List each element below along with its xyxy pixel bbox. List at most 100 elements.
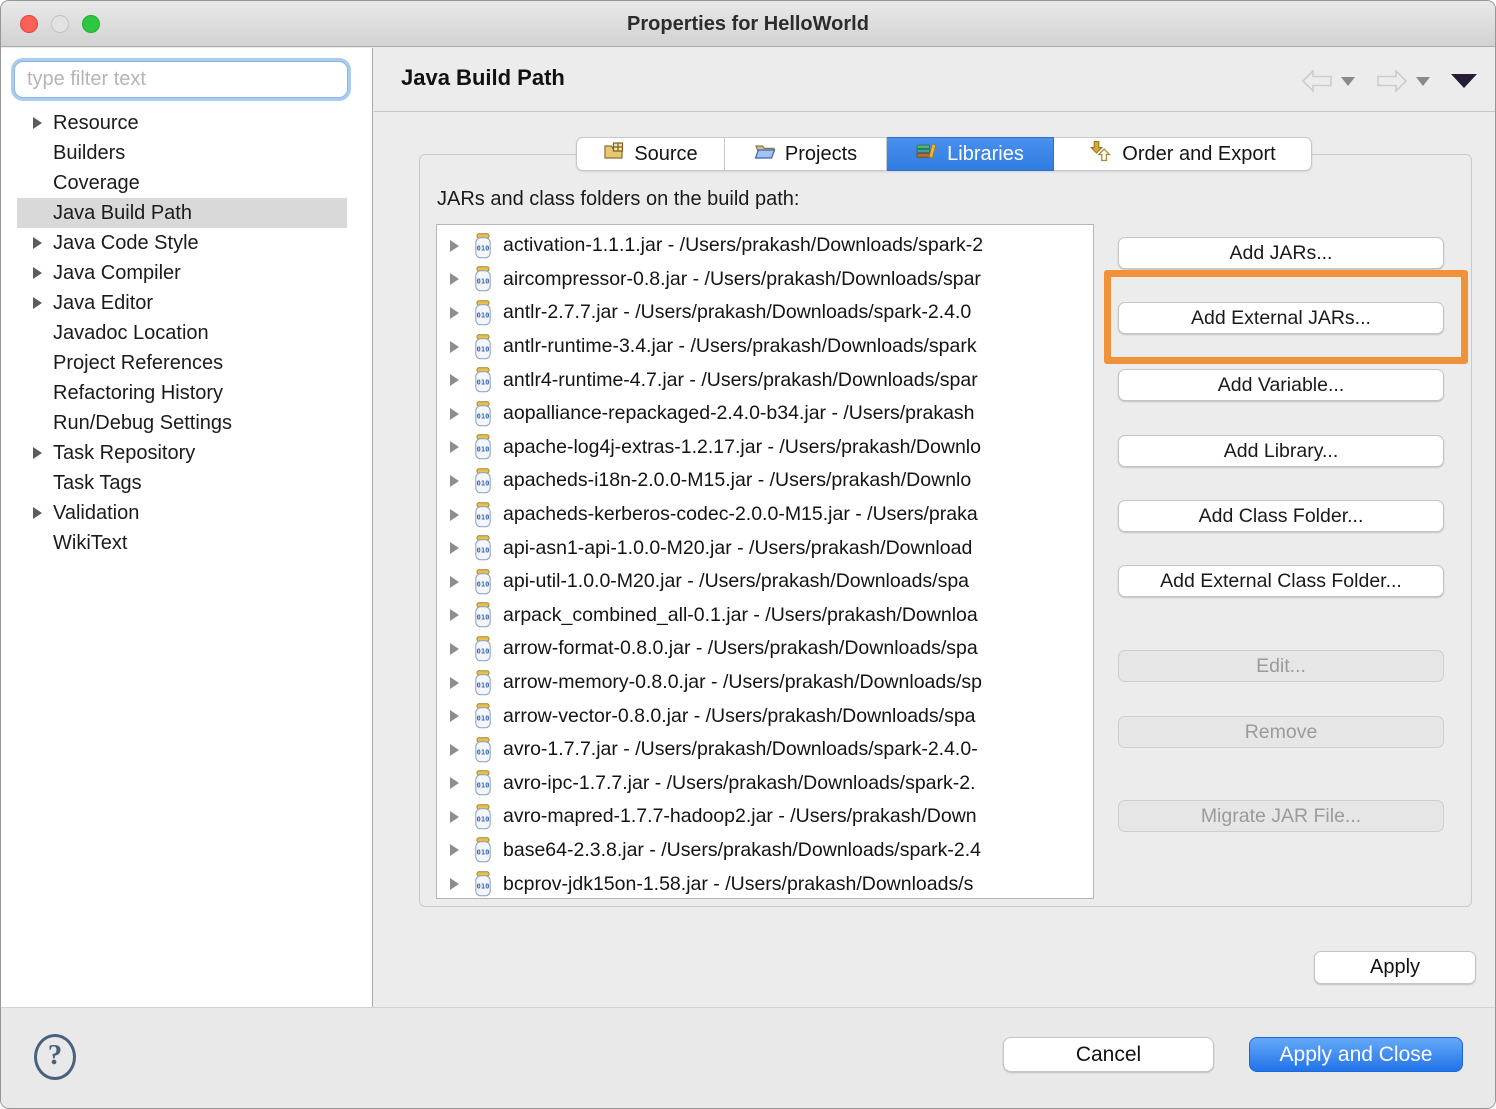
sidebar-item-validation[interactable]: Validation [17,498,347,528]
zoom-button[interactable] [82,15,100,33]
sidebar-item-java-build-path[interactable]: Java Build Path [17,198,347,228]
tab-libraries[interactable]: Libraries [887,137,1054,171]
expand-arrow-icon[interactable] [450,710,459,722]
list-item[interactable]: 010avro-mapred-1.7.7-hadoop2.jar - /User… [437,800,1093,834]
expand-arrow-icon[interactable] [450,744,459,756]
add-class-folder-button[interactable]: Add Class Folder... [1118,500,1444,532]
sidebar-item-java-code-style[interactable]: Java Code Style [17,228,347,258]
sidebar-item-label: Coverage [53,172,140,195]
list-item[interactable]: 010bcprov-jdk15on-1.58.jar - /Users/prak… [437,867,1093,899]
view-menu-icon[interactable] [1451,74,1477,88]
add-external-jars-button[interactable]: Add External JARs... [1118,302,1444,334]
sidebar-item-wikitext[interactable]: WikiText [17,528,347,558]
apply-and-close-button[interactable]: Apply and Close [1249,1037,1463,1072]
expand-arrow-icon[interactable] [450,307,459,319]
add-variable-button[interactable]: Add Variable... [1118,369,1444,401]
sidebar-item-refactoring-history[interactable]: Refactoring History [17,378,347,408]
expand-arrow-icon[interactable] [450,777,459,789]
expand-arrow-icon[interactable] [33,117,42,129]
tab-projects[interactable]: Projects [725,137,887,171]
sidebar-item-task-tags[interactable]: Task Tags [17,468,347,498]
add-external-class-folder-button[interactable]: Add External Class Folder... [1118,565,1444,597]
expand-arrow-icon[interactable] [33,237,42,249]
expand-arrow-icon[interactable] [450,341,459,353]
jar-file-icon: 010 [472,367,494,393]
svg-text:010: 010 [477,848,490,857]
jar-item-label: apacheds-kerberos-codec-2.0.0-M15.jar - … [503,503,978,526]
list-item[interactable]: 010antlr4-runtime-4.7.jar - /Users/praka… [437,363,1093,397]
jar-file-icon: 010 [472,502,494,528]
list-item[interactable]: 010api-util-1.0.0-M20.jar - /Users/praka… [437,565,1093,599]
expand-arrow-icon[interactable] [450,643,459,655]
list-item[interactable]: 010aopalliance-repackaged-2.4.0-b34.jar … [437,397,1093,431]
tab-order-and-export[interactable]: Order and Export [1054,137,1312,171]
sidebar-item-java-editor[interactable]: Java Editor [17,288,347,318]
back-history-dropdown-icon[interactable] [1341,77,1355,86]
sidebar-item-coverage[interactable]: Coverage [17,168,347,198]
jar-item-label: base64-2.3.8.jar - /Users/prakash/Downlo… [503,839,981,862]
expand-arrow-icon[interactable] [450,878,459,890]
expand-arrow-icon[interactable] [450,844,459,856]
apply-button[interactable]: Apply [1314,951,1476,984]
list-item[interactable]: 010arrow-format-0.8.0.jar - /Users/praka… [437,632,1093,666]
sidebar-item-resource[interactable]: Resource [17,108,347,138]
expand-arrow-icon[interactable] [450,542,459,554]
cancel-button[interactable]: Cancel [1003,1037,1214,1072]
jar-list[interactable]: 010 activation-1.1.1.jar - /Users/prakash… [436,224,1094,899]
expand-arrow-icon[interactable] [33,297,42,309]
list-item[interactable]: 010apacheds-i18n-2.0.0-M15.jar - /Users/… [437,464,1093,498]
expand-arrow-icon[interactable] [450,240,459,252]
svg-text:010: 010 [477,378,490,387]
list-item[interactable]: 010arrow-memory-0.8.0.jar - /Users/praka… [437,666,1093,700]
expand-arrow-icon[interactable] [450,273,459,285]
jar-item-label: activation-1.1.1.jar - /Users/prakash/Do… [503,234,983,257]
list-item[interactable]: 010arpack_combined_all-0.1.jar - /Users/… [437,599,1093,633]
tab-source[interactable]: Source [576,137,725,171]
list-item[interactable]: 010arrow-vector-0.8.0.jar - /Users/praka… [437,699,1093,733]
sidebar-item-task-repository[interactable]: Task Repository [17,438,347,468]
help-button[interactable]: ? [34,1034,76,1080]
remove-button: Remove [1118,716,1444,748]
expand-arrow-icon[interactable] [450,408,459,420]
add-library-button[interactable]: Add Library... [1118,435,1444,467]
expand-arrow-icon[interactable] [450,509,459,521]
sidebar-item-run-debug-settings[interactable]: Run/Debug Settings [17,408,347,438]
minimize-button[interactable] [51,15,69,33]
list-item[interactable]: 010aircompressor-0.8.jar - /Users/prakas… [437,263,1093,297]
list-item[interactable]: 010 apacheds-kerberos-codec-2.0.0-M15.jar… [437,498,1093,532]
filter-input[interactable] [14,61,348,98]
list-item[interactable]: 010antlr-2.7.7.jar - /Users/prakash/Down… [437,296,1093,330]
list-item[interactable]: 010activation-1.1.1.jar - /Users/prakash… [437,229,1093,263]
tab-label: Source [634,143,697,166]
forward-arrow-icon[interactable] [1375,68,1409,94]
add-jars-button[interactable]: Add JARs... [1118,237,1444,269]
list-item[interactable]: 010api-asn1-api-1.0.0-M20.jar - /Users/p… [437,531,1093,565]
list-item[interactable]: 010antlr-runtime-3.4.jar - /Users/prakas… [437,330,1093,364]
projects-folder-icon [754,141,776,167]
list-item[interactable]: 010avro-ipc-1.7.7.jar - /Users/prakash/D… [437,767,1093,801]
expand-arrow-icon[interactable] [450,576,459,588]
list-item[interactable]: 010apache-log4j-extras-1.2.17.jar - /Use… [437,431,1093,465]
expand-arrow-icon[interactable] [450,475,459,487]
sidebar-item-javadoc-location[interactable]: Javadoc Location [17,318,347,348]
expand-arrow-icon[interactable] [33,507,42,519]
sidebar-item-label: Javadoc Location [53,322,209,345]
sidebar-item-project-references[interactable]: Project References [17,348,347,378]
list-item[interactable]: 010avro-1.7.7.jar - /Users/prakash/Downl… [437,733,1093,767]
expand-arrow-icon[interactable] [450,677,459,689]
expand-arrow-icon[interactable] [33,267,42,279]
expand-arrow-icon[interactable] [450,441,459,453]
sidebar-item-java-compiler[interactable]: Java Compiler [17,258,347,288]
expand-arrow-icon[interactable] [450,811,459,823]
sidebar-item-label: Java Code Style [53,232,199,255]
close-button[interactable] [20,15,38,33]
expand-arrow-icon[interactable] [450,374,459,386]
sidebar-item-builders[interactable]: Builders [17,138,347,168]
expand-arrow-icon[interactable] [450,609,459,621]
back-arrow-icon[interactable] [1300,68,1334,94]
expand-arrow-icon[interactable] [33,447,42,459]
list-item[interactable]: 010 base64-2.3.8.jar - /Users/prakash/Dow… [437,834,1093,868]
forward-history-dropdown-icon[interactable] [1416,77,1430,86]
jar-file-icon: 010 [472,266,494,292]
svg-text:010: 010 [477,882,490,891]
